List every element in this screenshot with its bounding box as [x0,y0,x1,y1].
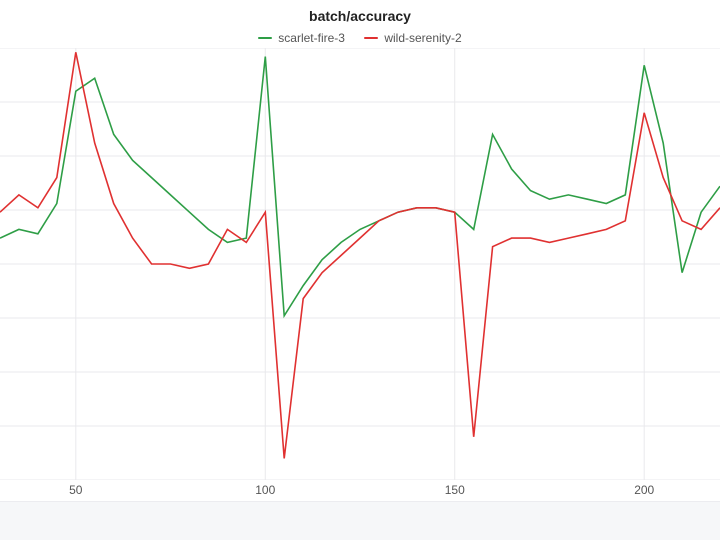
x-tick-label: 50 [69,483,83,497]
legend-item-scarlet-fire-3[interactable]: scarlet-fire-3 [258,31,345,45]
legend-label: wild-serenity-2 [384,31,461,45]
x-tick-label: 100 [255,483,275,497]
x-axis: 50 100 150 200 [0,480,720,502]
chart-card: batch/accuracy scarlet-fire-3 wild-seren… [0,0,720,540]
plot-area[interactable] [0,48,720,480]
x-tick-label: 150 [445,483,465,497]
legend: scarlet-fire-3 wild-serenity-2 [0,28,720,45]
chart-svg [0,48,720,480]
y-gridlines [0,48,720,480]
x-tick-label: 200 [634,483,654,497]
legend-swatch-icon [364,37,378,39]
legend-label: scarlet-fire-3 [278,31,345,45]
legend-swatch-icon [258,37,272,39]
chart-title: batch/accuracy [0,8,720,24]
x-axis-slider[interactable] [0,501,720,540]
legend-item-wild-serenity-2[interactable]: wild-serenity-2 [364,31,461,45]
series-group [0,52,720,458]
series-wild-serenity-2[interactable] [0,52,720,458]
